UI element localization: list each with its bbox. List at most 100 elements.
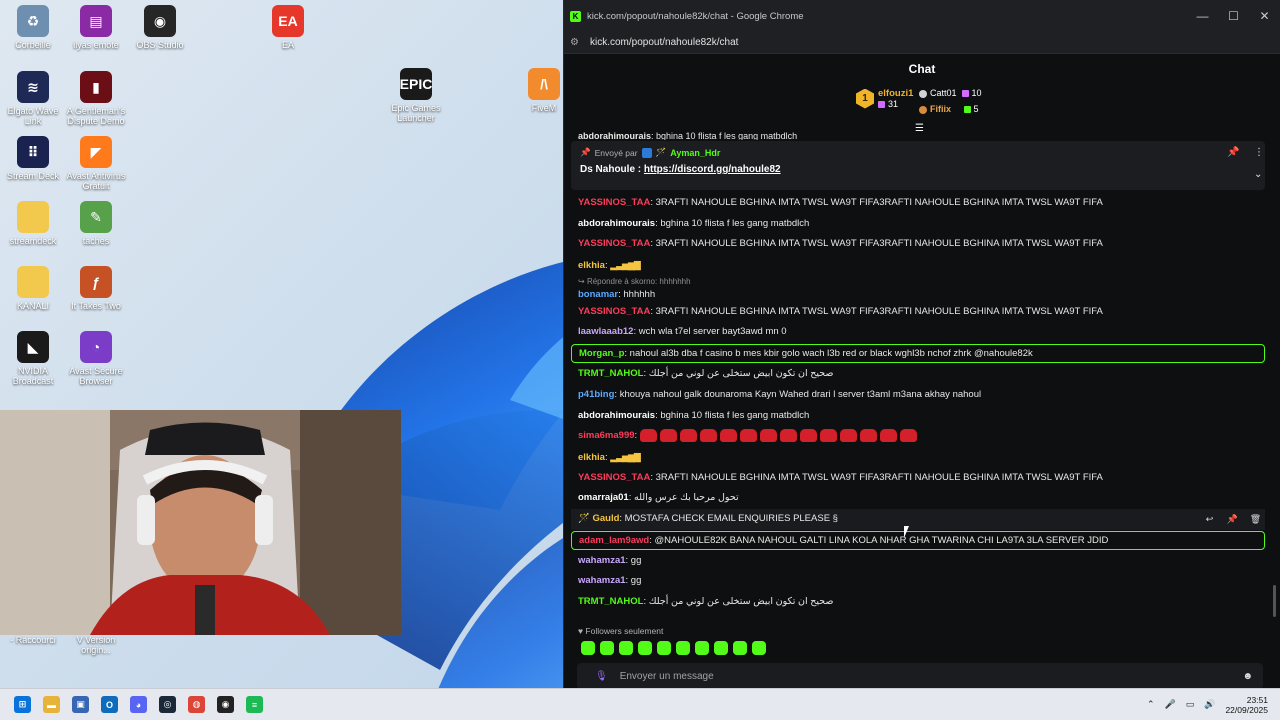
chat-username[interactable]: YASSINOS_TAA xyxy=(578,472,650,483)
microphone-icon[interactable]: 🎙 xyxy=(595,671,608,682)
chrome-icon[interactable]: ◍ xyxy=(188,696,205,713)
chat-message[interactable]: bonamar: hhhhhh xyxy=(571,288,1265,302)
discord-icon[interactable]: ◕ xyxy=(130,696,147,713)
desktop-icon[interactable]: V Version origin... xyxy=(63,635,129,655)
chat-username[interactable]: abdorahimourais xyxy=(578,410,655,421)
file-explorer-icon[interactable]: ▬ xyxy=(43,696,60,713)
desktop-icon[interactable]: streamdeck xyxy=(0,201,66,246)
url-text[interactable]: kick.com/popout/nahoule82k/chat xyxy=(590,37,738,48)
display-icon[interactable]: ▭ xyxy=(1186,699,1195,710)
sort-icon[interactable]: ☰ xyxy=(915,123,924,134)
chat-scrollbar[interactable] xyxy=(1273,585,1276,617)
pinned-sender[interactable]: Ayman_Hdr xyxy=(670,148,720,158)
chat-message[interactable]: YASSINOS_TAA: 3RAFTI NAHOULE BGHINA IMTA… xyxy=(571,468,1265,489)
chat-username[interactable]: laawlaaab12 xyxy=(578,326,633,337)
chat-message[interactable]: sima6ma999: xyxy=(571,426,1265,447)
chevron-up-icon[interactable]: ⌃ xyxy=(1147,699,1155,710)
obs-taskbar-icon[interactable]: ◉ xyxy=(217,696,234,713)
leaderboard-first[interactable]: 1 elfouzi1 31 xyxy=(856,88,913,109)
outlook-icon[interactable]: O xyxy=(101,696,118,713)
spotify-icon[interactable]: ≡ xyxy=(246,696,263,713)
desktop-icon[interactable]: KANALI xyxy=(0,266,66,311)
desktop-icon[interactable]: ≋ Elgato Wave Link xyxy=(0,71,66,126)
chat-username[interactable]: abdorahimourais xyxy=(578,218,655,229)
chat-username[interactable]: sima6ma999 xyxy=(578,430,635,441)
chat-username[interactable]: elkhia xyxy=(578,452,605,463)
desktop-icon[interactable]: ♻ Corbeille xyxy=(0,5,66,50)
site-settings-icon[interactable]: ⚙ xyxy=(570,37,582,48)
desktop-icon[interactable]: ◣ NVIDIA Broadcast xyxy=(0,331,66,386)
chat-message[interactable]: adam_lam9awd: @NAHOULE82K BANA NAHOUL GA… xyxy=(571,530,1265,550)
emote-button[interactable] xyxy=(638,641,652,655)
address-bar[interactable]: ⚙ kick.com/popout/nahoule82k/chat xyxy=(564,32,1280,54)
leaderboard-third[interactable]: Fifiix 5 xyxy=(919,104,982,114)
chat-username[interactable]: YASSINOS_TAA xyxy=(578,238,650,249)
steam-icon[interactable]: ◎ xyxy=(159,696,176,713)
discord-link[interactable]: https://discord.gg/nahoule82 xyxy=(644,164,781,175)
chat-username[interactable]: omarraja01 xyxy=(578,492,629,503)
emote-button[interactable] xyxy=(657,641,671,655)
emote-button[interactable] xyxy=(581,641,595,655)
desktop-icon[interactable]: ◔ Avast Secure Browser xyxy=(63,331,129,386)
desktop-icon[interactable]: ✎ taches xyxy=(63,201,129,246)
chat-username[interactable]: wahamza1 xyxy=(578,555,626,566)
chevron-down-icon[interactable]: ⌄ xyxy=(1254,169,1262,180)
volume-icon[interactable]: 🔊 xyxy=(1204,699,1215,710)
chat-input[interactable]: 🎙 Envoyer un message ☻ xyxy=(577,663,1263,689)
chat-username[interactable]: Gauld xyxy=(592,513,619,524)
desktop-icon[interactable]: ⠿ Stream Deck xyxy=(0,136,66,181)
desktop-icon[interactable]: ▮ A Gentleman's Dispute Demo xyxy=(63,71,129,126)
emote-button[interactable] xyxy=(695,641,709,655)
desktop-icon[interactable]: EA EA xyxy=(255,5,321,50)
emote-button[interactable] xyxy=(619,641,633,655)
chat-message[interactable]: YASSINOS_TAA: 3RAFTI NAHOULE BGHINA IMTA… xyxy=(571,234,1265,255)
chat-input-placeholder[interactable]: Envoyer un message xyxy=(620,671,714,682)
chat-username[interactable]: p41bing xyxy=(578,389,614,400)
desktop-icon[interactable]: ƒ It Takes Two xyxy=(63,266,129,311)
maximize-icon[interactable]: ☐ xyxy=(1218,9,1249,23)
chat-message[interactable]: abdorahimourais: bghina 10 flista f les … xyxy=(571,406,1265,427)
reply-icon[interactable]: ↩ xyxy=(1202,512,1217,527)
start-icon[interactable]: ⊞ xyxy=(14,696,31,713)
store-icon[interactable]: ▣ xyxy=(72,696,89,713)
chat-message[interactable]: 🪄 Gauld: MOSTAFA CHECK EMAIL ENQUIRIES P… xyxy=(571,508,1265,530)
chat-message[interactable]: YASSINOS_TAA: 3RAFTI NAHOULE BGHINA IMTA… xyxy=(571,193,1265,214)
chat-message[interactable]: YASSINOS_TAA: 3RAFTI NAHOULE BGHINA IMTA… xyxy=(571,302,1265,323)
chat-username[interactable]: TRMT_NAHOL xyxy=(578,368,643,379)
chat-message[interactable]: elkhia: ▂▃▅▆▇ xyxy=(571,255,1265,276)
chat-username[interactable]: adam_lam9awd xyxy=(579,535,649,546)
chat-username[interactable]: Morgan_p xyxy=(579,348,624,359)
desktop-icon[interactable]: - Raccourci xyxy=(0,635,66,645)
clock[interactable]: 23:51 22/09/2025 xyxy=(1225,695,1268,715)
emote-button[interactable] xyxy=(752,641,766,655)
pin-icon[interactable]: 📌 xyxy=(1225,512,1240,527)
reply-context[interactable]: ↪ Répondre à skorno: hhhhhhh xyxy=(571,276,1265,288)
minimize-icon[interactable]: — xyxy=(1187,9,1218,23)
emote-button[interactable] xyxy=(714,641,728,655)
chat-message[interactable]: TRMT_NAHOL: صحيح ان تكون ابيض ستخلى عن ل… xyxy=(571,364,1265,385)
leaderboard-second[interactable]: Catt01 10 xyxy=(919,88,982,98)
chat-username[interactable]: YASSINOS_TAA xyxy=(578,197,650,208)
chat-username[interactable]: YASSINOS_TAA xyxy=(578,306,650,317)
desktop-icon[interactable]: ▤ ilyas emote xyxy=(63,5,129,50)
pin-icon[interactable]: 📌 xyxy=(1227,147,1239,158)
window-titlebar[interactable]: K kick.com/popout/nahoule82k/chat - Goog… xyxy=(564,0,1280,32)
desktop-icon[interactable]: ◤ Avast Antivirus Gratuit xyxy=(63,136,129,191)
microphone-tray-icon[interactable]: 🎤 xyxy=(1165,699,1176,710)
chat-username[interactable]: wahamza1 xyxy=(578,575,626,586)
chat-message[interactable]: omarraja01: تحول مرحبا بك عرس والله xyxy=(571,488,1265,509)
chat-message[interactable]: TRMT_NAHOL: صحيح ان تكون ابيض ستخلى عن ل… xyxy=(571,592,1265,613)
emoji-icon[interactable]: ☻ xyxy=(1242,671,1253,682)
chat-username[interactable]: TRMT_NAHOL xyxy=(578,596,643,607)
chat-message[interactable]: wahamza1: gg xyxy=(571,551,1265,572)
close-icon[interactable]: ✕ xyxy=(1249,9,1280,23)
chat-username[interactable]: elkhia xyxy=(578,260,605,271)
chat-message[interactable]: Morgan_p: nahoul al3b dba f casino b mes… xyxy=(571,344,1265,364)
emote-button[interactable] xyxy=(600,641,614,655)
chat-message[interactable]: elkhia: ▂▃▅▆▇ xyxy=(571,447,1265,468)
chat-username[interactable]: bonamar xyxy=(578,289,618,300)
chat-message[interactable]: abdorahimourais: bghina 10 flista f les … xyxy=(571,214,1265,235)
desktop-icon[interactable]: EPIC Epic Games Launcher xyxy=(383,68,449,123)
delete-icon[interactable]: 🗑 xyxy=(1248,512,1263,527)
chat-message[interactable]: p41bing: khouya nahoul galk dounaroma Ka… xyxy=(571,385,1265,406)
